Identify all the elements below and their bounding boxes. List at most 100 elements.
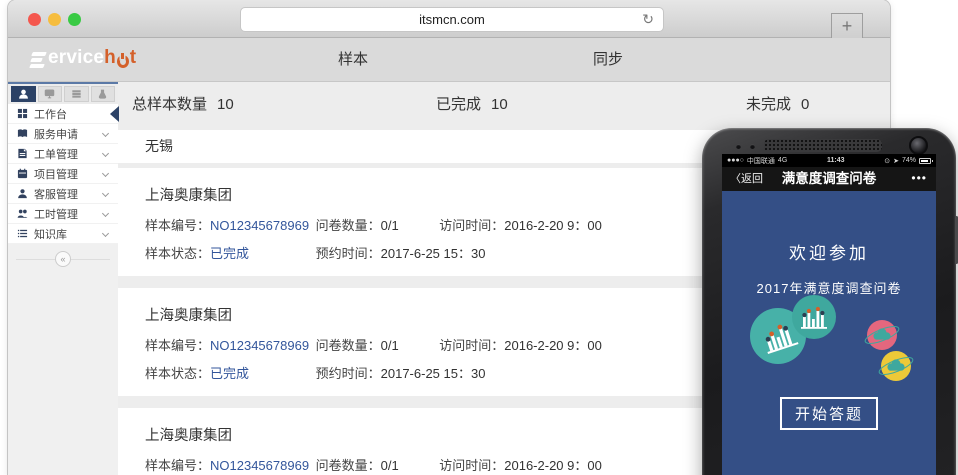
network-label: 4G: [777, 157, 788, 164]
servicehot-logo[interactable]: ervice ht: [29, 47, 137, 69]
welcome-heading: 欢迎参加: [789, 244, 869, 263]
sample-number-link[interactable]: NO12345678969: [210, 458, 309, 473]
sidebar-item-label: 工时管理: [34, 208, 78, 221]
phone-mockup: ●●●○ 中国联通 4G 11:43 ⊙ ➤ 74% 〈返回 满意度调查问卷 •…: [702, 128, 958, 475]
phone-status-bar: ●●●○ 中国联通 4G 11:43 ⊙ ➤ 74%: [722, 154, 936, 167]
sidebar-tab-monitor[interactable]: [37, 86, 62, 102]
survey-count-value: 0/1: [380, 458, 399, 473]
survey-count-value: 0/1: [380, 338, 399, 353]
back-button[interactable]: 〈返回: [730, 167, 763, 191]
chart-decoration-icon: [792, 295, 836, 339]
sidebar-tab-list[interactable]: [64, 86, 89, 102]
active-item-arrow-icon: [110, 105, 119, 122]
sample-status-link[interactable]: 已完成: [210, 246, 249, 261]
phone-screen: ●●●○ 中国联通 4G 11:43 ⊙ ➤ 74% 〈返回 满意度调查问卷 •…: [722, 154, 936, 475]
sidebar-tabstrip: [8, 82, 118, 104]
sample-no-label: 样本编号：: [145, 218, 211, 233]
battery-percent-label: 74%: [901, 157, 916, 164]
flask-icon: [99, 89, 107, 99]
reload-icon[interactable]: ↻: [642, 8, 654, 31]
app-header: ervice ht 样本 同步: [8, 38, 890, 82]
battery-icon: [919, 157, 933, 164]
visit-time-label: 访问时间：: [439, 338, 505, 353]
sidebar-menu: 工作台 服务申请 工单管理 项目管理 客服管理 工时管理 知识库: [8, 104, 119, 244]
sample-number-link[interactable]: NO12345678969: [210, 218, 309, 233]
sidebar-item-label: 项目管理: [34, 168, 78, 181]
sidebar-item-workbench[interactable]: 工作台: [8, 104, 119, 124]
logo-s-icon: [29, 52, 47, 69]
visit-time-label: 访问时间：: [439, 458, 505, 473]
chevron-down-icon: [101, 129, 110, 138]
signal-dots-icon: ●●●○: [727, 157, 744, 164]
sample-no-label: 样本编号：: [145, 458, 211, 473]
logo-power-o-icon: [116, 53, 129, 68]
logo-hot-text: ht: [104, 47, 137, 68]
book-icon: [17, 129, 28, 138]
address-bar[interactable]: itsmcn.com ↻: [240, 7, 664, 32]
phone-nav-bar: 〈返回 满意度调查问卷 •••: [722, 167, 936, 191]
visit-time-value: 2016-2-20 9：00: [504, 458, 602, 473]
start-survey-button[interactable]: 开始答题: [779, 397, 879, 430]
sample-no-label: 样本编号：: [145, 338, 211, 353]
sidebar-item-knowledge-base[interactable]: 知识库: [8, 224, 118, 244]
chevron-down-icon: [101, 149, 110, 158]
sample-status-link[interactable]: 已完成: [210, 366, 249, 381]
phone-body: ●●●○ 中国联通 4G 11:43 ⊙ ➤ 74% 〈返回 满意度调查问卷 •…: [702, 128, 958, 475]
sidebar-collapse-row: «: [8, 248, 118, 270]
back-chevron-icon: 〈: [730, 173, 741, 185]
cloud-decoration-icon: [864, 320, 900, 350]
collapse-sidebar-button[interactable]: «: [55, 251, 71, 267]
clock-label: 11:43: [826, 157, 845, 164]
ticket-icon: [18, 148, 27, 159]
sidebar-item-label: 服务申请: [34, 128, 78, 141]
chevron-down-icon: [101, 229, 110, 238]
monitor-icon: [45, 89, 55, 99]
stats-bar: 总样本数量 10 已完成 10 未完成 0: [118, 82, 890, 128]
sidebar-item-worktime-mgmt[interactable]: 工时管理: [8, 204, 118, 224]
browser-toolbar: itsmcn.com ↻ +: [8, 0, 890, 39]
carrier-label: 中国联通: [746, 157, 775, 165]
person-icon: [18, 189, 27, 199]
nav-tab-sync[interactable]: 同步: [593, 38, 623, 82]
nav-tab-sample[interactable]: 样本: [338, 38, 368, 82]
calendar-icon: [17, 168, 28, 179]
sidebar-item-project-mgmt[interactable]: 项目管理: [8, 164, 118, 184]
sidebar-tab-flask[interactable]: [90, 86, 115, 102]
visit-time-value: 2016-2-20 9：00: [504, 338, 602, 353]
minimize-window-button[interactable]: [48, 13, 61, 26]
new-tab-button[interactable]: +: [831, 13, 863, 39]
logo-service-text: ervice: [48, 47, 105, 68]
people-icon: [17, 209, 28, 218]
cloud-decoration-icon: [878, 351, 914, 381]
survey-count-label: 问卷数量：: [315, 338, 381, 353]
sample-number-link[interactable]: NO12345678969: [210, 338, 309, 353]
grid-icon: [17, 108, 28, 119]
location-icon: ➤: [893, 157, 899, 165]
stat-undone: 未完成 0: [746, 96, 810, 113]
phone-speaker-grille: [764, 139, 882, 152]
sidebar-item-service-request[interactable]: 服务申请: [8, 124, 118, 144]
sidebar: 工作台 服务申请 工单管理 项目管理 客服管理 工时管理 知识库 «: [8, 82, 119, 475]
sidebar-item-label: 工作台: [34, 108, 67, 121]
phone-sensor-icon: [750, 144, 755, 149]
sample-status-label: 样本状态：: [145, 246, 211, 261]
sidebar-tab-user[interactable]: [11, 86, 36, 102]
sidebar-item-label: 客服管理: [34, 188, 78, 201]
list-icon: [72, 90, 81, 98]
sidebar-item-ticket-mgmt[interactable]: 工单管理: [8, 144, 118, 164]
zoom-window-button[interactable]: [68, 13, 81, 26]
sidebar-item-customer-service[interactable]: 客服管理: [8, 184, 118, 204]
sidebar-item-label: 知识库: [34, 228, 67, 241]
close-window-button[interactable]: [28, 13, 41, 26]
visit-time-label: 访问时间：: [439, 218, 505, 233]
survey-welcome-screen: 欢迎参加 2017年满意度调查问卷 开始答题: [722, 191, 936, 475]
appointment-time-value: 2017-6-25 15：30: [380, 246, 486, 261]
survey-count-value: 0/1: [380, 218, 399, 233]
list-lines-icon: [17, 229, 28, 238]
url-text: itsmcn.com: [419, 12, 485, 27]
appointment-time-label: 预约时间：: [315, 366, 381, 381]
stat-total: 总样本数量 10: [132, 96, 234, 113]
visit-time-value: 2016-2-20 9：00: [504, 218, 602, 233]
more-menu-button[interactable]: •••: [911, 167, 927, 189]
chevron-down-icon: [101, 169, 110, 178]
